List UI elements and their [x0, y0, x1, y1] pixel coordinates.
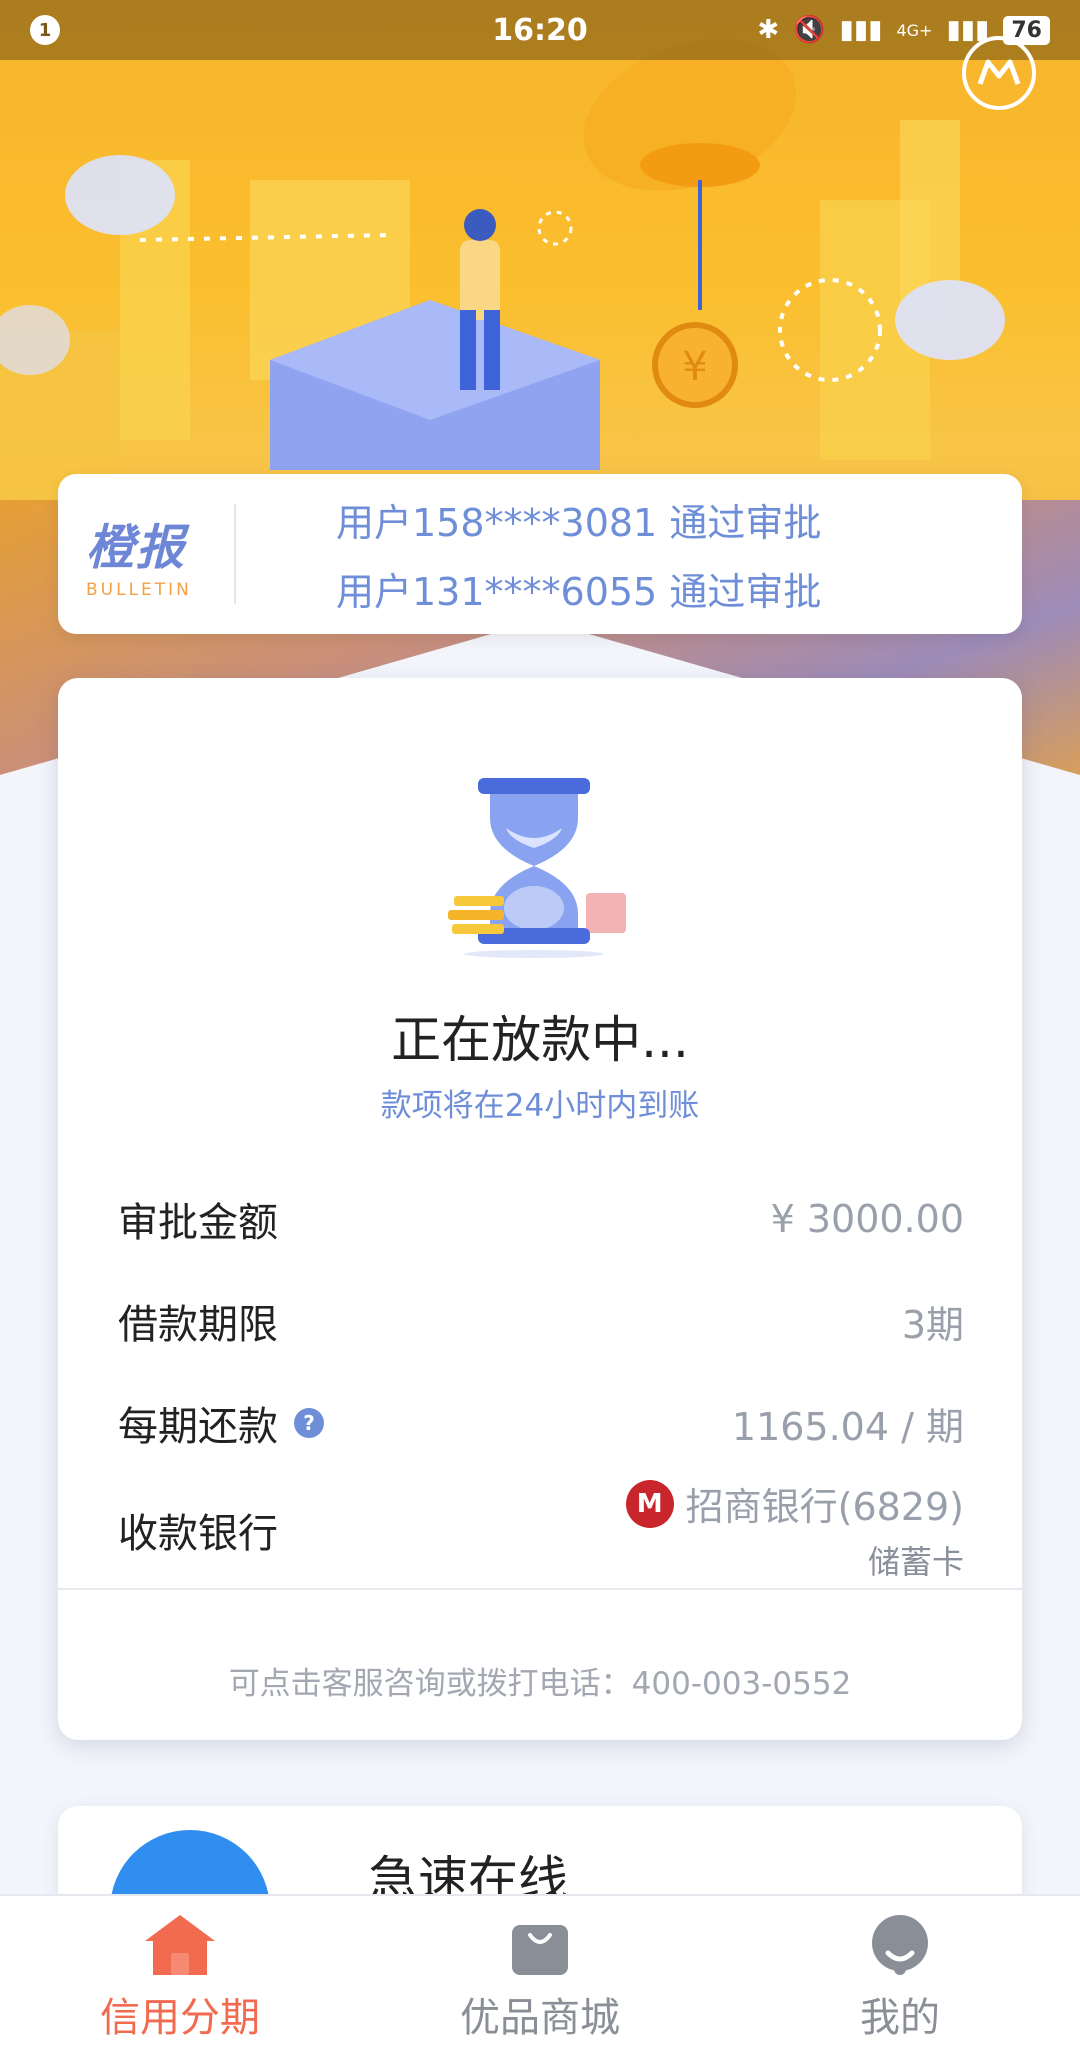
- profile-icon: [872, 1915, 928, 1975]
- status-time: 16:20: [492, 12, 588, 48]
- bulletin-line: 用户131****6055 通过审批: [336, 570, 822, 614]
- svg-text:¥: ¥: [682, 344, 707, 390]
- status-title: 正在放款中...: [391, 1011, 689, 1069]
- row-loan-term: 借款期限 3期: [118, 1292, 964, 1350]
- status-bar: 1 16:20 ✱ 🔇 ▮▮▮ 4G+ ▮▮▮ 76: [0, 0, 1080, 60]
- loan-status-card: 正在放款中... 款项将在24小时内到账 审批金额 ¥ 3000.00 借款期限…: [58, 678, 1022, 1740]
- row-approved-amount: 审批金额 ¥ 3000.00: [118, 1190, 964, 1248]
- nav-label: 信用分期: [100, 1995, 260, 2041]
- row-label: 收款银行: [118, 1510, 278, 1557]
- nav-label: 优品商城: [460, 1995, 620, 2041]
- bank-name: 招商银行(6829): [685, 1485, 964, 1529]
- bulletin-logo: 橙报 BULLETIN: [58, 508, 218, 600]
- bulletin-banner[interactable]: 橙报 BULLETIN 用户158****3081 通过审批 用户131****…: [58, 474, 1022, 634]
- row-installment: 每期还款 ? 1165.04 / 期: [118, 1394, 964, 1452]
- bank-logo-icon: M: [625, 1479, 674, 1528]
- card-divider: [58, 1588, 1022, 1590]
- message-icon[interactable]: [962, 36, 1036, 110]
- row-value: 1165.04 / 期: [731, 1404, 964, 1449]
- row-value: 3期: [901, 1302, 964, 1347]
- row-label: 审批金额: [118, 1200, 278, 1246]
- hourglass-icon: [448, 778, 626, 958]
- help-icon[interactable]: ?: [294, 1408, 324, 1438]
- row-receiving-bank: 收款银行 M 招商银行(6829) 储蓄卡: [118, 1476, 964, 1583]
- shopping-bag-icon: [512, 1925, 568, 1975]
- bulletin-logo-en: BULLETIN: [86, 580, 192, 600]
- nav-credit-installment[interactable]: 信用分期: [0, 1896, 360, 2060]
- row-value: ¥ 3000.00: [770, 1197, 964, 1241]
- bottom-navigation: 信用分期 优品商城 我的: [0, 1894, 1080, 2060]
- bulletin-logo-cn: 橙报: [86, 520, 187, 576]
- home-icon: [145, 1915, 215, 1975]
- row-label: 借款期限: [118, 1302, 278, 1348]
- status-subtitle: 款项将在24小时内到账: [380, 1088, 700, 1124]
- customer-service-contact[interactable]: 可点击客服咨询或拨打电话：400-003-0552: [58, 1658, 1022, 1703]
- nav-mall[interactable]: 优品商城: [360, 1896, 720, 2060]
- nav-profile[interactable]: 我的: [720, 1896, 1080, 2060]
- nav-label: 我的: [860, 1995, 940, 2041]
- bulletin-line: 用户158****3081 通过审批: [336, 501, 822, 545]
- row-label: 每期还款: [118, 1404, 278, 1450]
- card-type: 储蓄卡: [867, 1543, 964, 1581]
